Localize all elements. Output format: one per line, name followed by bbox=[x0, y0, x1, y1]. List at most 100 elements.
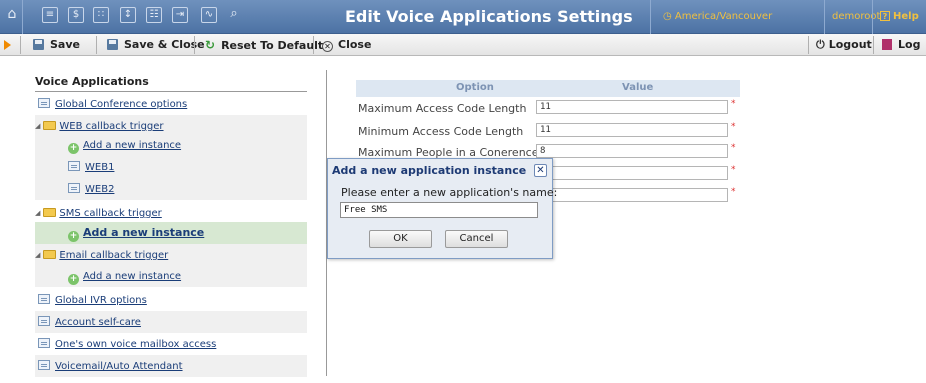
option-value-input[interactable] bbox=[536, 188, 728, 202]
required-mark: * bbox=[731, 165, 736, 175]
tree-item-label: Email callback trigger bbox=[59, 250, 169, 261]
logout-button[interactable]: ⏻ Logout bbox=[816, 34, 872, 56]
required-mark: * bbox=[731, 187, 736, 197]
toolbar-divider bbox=[194, 36, 195, 54]
toolbar: Save Save & Close ↻ Reset To Default ✕ Clo… bbox=[0, 34, 926, 56]
tree-item-label: One's own voice mailbox access bbox=[55, 339, 217, 350]
save-close-button[interactable]: Save & Close bbox=[107, 34, 205, 56]
toolbar-divider bbox=[313, 36, 314, 54]
tree-item-label: Account self-care bbox=[55, 317, 141, 328]
folder-icon bbox=[43, 121, 57, 130]
tree-item-mailbox-access[interactable]: One's own voice mailbox access bbox=[35, 333, 307, 355]
tree-item-global-ivr[interactable]: Global IVR options bbox=[35, 289, 307, 311]
document-icon bbox=[38, 338, 50, 348]
close-label: Close bbox=[338, 38, 372, 51]
required-mark: * bbox=[731, 99, 736, 109]
add-instance-dialog: Add a new application instance ✕ Please … bbox=[327, 158, 557, 259]
option-label: Maximum Access Code Length bbox=[358, 102, 527, 115]
tree-item-label: WEB callback trigger bbox=[59, 121, 164, 132]
tree-item-web2[interactable]: WEB2 bbox=[35, 178, 307, 200]
tree-item-label: Add a new instance bbox=[83, 140, 182, 151]
option-label: Minimum Access Code Length bbox=[358, 125, 524, 138]
tree-item-label: SMS callback trigger bbox=[59, 208, 162, 219]
arrow-in-icon[interactable]: ⇥ bbox=[172, 7, 188, 23]
tree-item-label: Global IVR options bbox=[55, 295, 147, 306]
help-icon: ? bbox=[880, 11, 890, 21]
collapse-icon[interactable]: ◢ bbox=[35, 244, 40, 266]
option-value-input[interactable]: 11 bbox=[536, 123, 728, 137]
logout-label: Logout bbox=[828, 38, 872, 51]
add-icon: + bbox=[68, 274, 79, 285]
tree-item-label: Global Conference options bbox=[55, 99, 188, 110]
timezone-label[interactable]: ◷ America/Vancouver bbox=[663, 11, 772, 22]
reset-label: Reset To Default bbox=[221, 39, 324, 52]
help-label: Help bbox=[893, 11, 919, 22]
list-icon[interactable]: ≡ bbox=[42, 7, 58, 23]
dialog-title: Add a new application instance bbox=[332, 164, 527, 177]
save-icon bbox=[33, 39, 44, 50]
user-name[interactable]: demoroot bbox=[832, 11, 880, 22]
toolbar-divider bbox=[873, 36, 874, 54]
option-value-input[interactable]: 11 bbox=[536, 100, 728, 114]
toolbar-divider bbox=[96, 36, 97, 54]
dialog-close-icon[interactable]: ✕ bbox=[534, 164, 547, 177]
grid-icon[interactable]: ∷ bbox=[93, 7, 109, 23]
search-icon[interactable]: ⌕ bbox=[226, 7, 242, 23]
save-close-label: Save & Close bbox=[124, 38, 205, 51]
tree-item-account-self-care[interactable]: Account self-care bbox=[35, 311, 307, 333]
tree-item-label: Voicemail/Auto Attendant bbox=[55, 361, 183, 372]
tree-folder-sms-callback[interactable]: ◢ SMS callback trigger bbox=[35, 202, 307, 224]
tree-item-global-conference[interactable]: Global Conference options bbox=[35, 93, 307, 115]
option-value-input[interactable]: 8 bbox=[536, 144, 728, 158]
clock-icon: ◷ bbox=[663, 11, 675, 22]
required-mark: * bbox=[731, 122, 736, 132]
collapse-icon[interactable]: ◢ bbox=[35, 202, 40, 224]
divider bbox=[824, 0, 825, 34]
save-close-icon bbox=[107, 39, 118, 50]
tree-item-add-instance-email[interactable]: + Add a new instance bbox=[35, 265, 307, 287]
dialog-prompt: Please enter a new application's name: bbox=[341, 186, 558, 199]
page-title: Edit Voice Applications Settings bbox=[345, 7, 633, 26]
home-icon[interactable]: ⌂ bbox=[4, 7, 20, 23]
dollar-icon[interactable]: $ bbox=[68, 7, 84, 23]
logout-icon: ⏻ bbox=[816, 38, 825, 51]
document-icon bbox=[68, 161, 80, 171]
play-icon[interactable] bbox=[4, 40, 11, 50]
value-column-header: Value bbox=[622, 82, 654, 93]
reset-default-button[interactable]: ↻ Reset To Default bbox=[205, 34, 323, 56]
tree-item-add-instance-sms[interactable]: + Add a new instance bbox=[35, 222, 307, 244]
timezone-text: America/Vancouver bbox=[674, 11, 773, 22]
reset-icon: ↻ bbox=[205, 38, 216, 52]
divider bbox=[650, 0, 651, 34]
cancel-button[interactable]: Cancel bbox=[445, 230, 508, 248]
tree-item-web1[interactable]: WEB1 bbox=[35, 156, 307, 178]
table-icon[interactable]: ☷ bbox=[146, 7, 162, 23]
option-value-input[interactable] bbox=[536, 166, 728, 180]
chart-icon[interactable]: ∿ bbox=[201, 7, 217, 23]
top-bar: ⌂ ≡ $ ∷ ↕ ☷ ⇥ ∿ ⌕ Edit Voice Application… bbox=[0, 0, 926, 34]
pin-icon[interactable]: ↕ bbox=[120, 7, 136, 23]
save-label: Save bbox=[50, 38, 80, 51]
ok-button[interactable]: OK bbox=[369, 230, 432, 248]
tree-item-label: Add a new instance bbox=[83, 271, 182, 282]
document-icon bbox=[38, 316, 50, 326]
log-label: Log bbox=[898, 38, 921, 51]
tree-folder-email-callback[interactable]: ◢ Email callback trigger bbox=[35, 244, 307, 266]
document-icon bbox=[38, 98, 50, 108]
application-name-input[interactable]: Free SMS bbox=[340, 202, 538, 218]
log-button[interactable]: Log bbox=[882, 34, 920, 56]
tree-item-voicemail[interactable]: Voicemail/Auto Attendant bbox=[35, 355, 307, 377]
add-icon: + bbox=[68, 231, 79, 242]
toolbar-divider bbox=[20, 36, 21, 54]
close-icon: ✕ bbox=[322, 41, 333, 52]
close-button[interactable]: ✕ Close bbox=[322, 34, 371, 56]
document-icon bbox=[38, 360, 50, 370]
option-column-header: Option bbox=[456, 82, 494, 93]
tree-item-add-instance-web[interactable]: + Add a new instance bbox=[35, 134, 307, 156]
document-icon bbox=[38, 294, 50, 304]
help-link[interactable]: ? Help bbox=[880, 11, 919, 22]
save-button[interactable]: Save bbox=[33, 34, 80, 56]
document-icon bbox=[68, 183, 80, 193]
tree-item-label: WEB1 bbox=[85, 162, 115, 173]
log-icon bbox=[882, 39, 892, 50]
